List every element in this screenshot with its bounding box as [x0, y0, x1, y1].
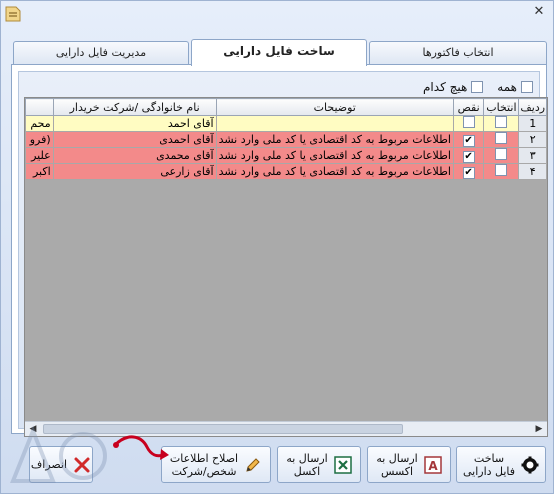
filter-row: همه هیچ کدام: [423, 78, 533, 96]
defect-cell[interactable]: [452, 115, 485, 132]
defect-checkbox[interactable]: ✔: [462, 134, 475, 147]
row-number-cell[interactable]: ۳: [518, 147, 547, 164]
defect-checkbox[interactable]: [462, 116, 475, 128]
scroll-left-icon[interactable]: ◀: [25, 422, 41, 436]
extra-cell: محم: [25, 115, 54, 132]
send-to-excel-label: ارسال به اکسل: [286, 451, 328, 478]
select-checkbox[interactable]: [495, 148, 508, 160]
row-number-cell[interactable]: ۴: [518, 163, 547, 180]
select-cell[interactable]: [483, 131, 520, 148]
app-logo-icon: [5, 6, 21, 22]
select-cell[interactable]: [483, 163, 520, 180]
column-header-row-number[interactable]: ردیف: [518, 98, 547, 116]
red-arrow-icon: [113, 435, 169, 460]
row-number-cell[interactable]: 1: [518, 115, 547, 132]
table-row[interactable]: 1 آقای احمد محم: [25, 115, 547, 132]
defect-cell[interactable]: ✔: [452, 163, 485, 180]
extra-cell: (فرو: [25, 131, 54, 148]
build-file-icon: [521, 456, 539, 473]
row-number-cell[interactable]: ۲: [518, 131, 547, 148]
tab-build-asset-file[interactable]: ساخت فایل دارایی: [191, 39, 367, 66]
column-header-defect[interactable]: نقص: [452, 98, 485, 116]
defect-cell[interactable]: ✔: [452, 131, 485, 148]
send-to-excel-button[interactable]: ارسال به اکسل: [277, 446, 361, 483]
column-header-extra[interactable]: [25, 98, 54, 116]
column-header-select[interactable]: انتخاب: [483, 98, 520, 116]
select-none-label: هیچ کدام: [423, 80, 468, 94]
select-checkbox[interactable]: [495, 164, 508, 176]
pencil-icon: [246, 457, 260, 472]
main-window: ✕ انتخاب فاکتورها ساخت فایل دارایی مدیری…: [0, 0, 554, 494]
select-cell[interactable]: [483, 147, 520, 164]
panel-content: همه هیچ کدام ردیف انتخاب نقص توضیحات نام…: [18, 71, 548, 437]
build-asset-file-label: ساخت فایل دارایی: [462, 451, 516, 478]
description-cell: اطلاعات مربوط به کد اقتصادی یا کد ملی وا…: [215, 163, 454, 180]
column-header-buyer-name[interactable]: نام خانوادگی /شرکت خریدار: [52, 98, 217, 116]
select-all-option[interactable]: همه: [497, 78, 533, 96]
records-table: ردیف انتخاب نقص توضیحات نام خانوادگی /شر…: [25, 98, 547, 180]
tab-select-invoices[interactable]: انتخاب فاکتورها: [369, 41, 547, 65]
defect-checkbox[interactable]: ✔: [462, 166, 475, 179]
column-header-description[interactable]: توضیحات: [215, 98, 454, 116]
fix-person-company-label: اصلاح اطلاعات شخص/شرکت: [169, 451, 239, 478]
select-none-checkbox[interactable]: [471, 81, 484, 93]
tab-manage-asset-file[interactable]: مدیریت فایل دارایی: [13, 41, 189, 65]
select-cell[interactable]: [483, 115, 520, 132]
defect-checkbox[interactable]: ✔: [462, 150, 475, 163]
send-to-access-button[interactable]: A ارسال به اکسس: [367, 446, 451, 483]
excel-icon: [333, 455, 352, 474]
select-checkbox[interactable]: [495, 132, 508, 144]
description-cell: اطلاعات مربوط به کد اقتصادی یا کد ملی وا…: [215, 131, 454, 148]
extra-cell: اکبر: [25, 163, 54, 180]
description-cell: اطلاعات مربوط به کد اقتصادی یا کد ملی وا…: [215, 147, 454, 164]
access-icon: A: [423, 455, 442, 474]
select-all-checkbox[interactable]: [521, 81, 533, 93]
buyer-name-cell: آقای احمد: [52, 115, 217, 132]
table-header-row: ردیف انتخاب نقص توضیحات نام خانوادگی /شر…: [25, 98, 547, 116]
buyer-name-cell: آقای احمدی: [52, 131, 217, 148]
build-asset-file-button[interactable]: ساخت فایل دارایی: [456, 446, 546, 483]
fix-person-company-button[interactable]: اصلاح اطلاعات شخص/شرکت: [161, 446, 271, 483]
svg-text:A: A: [428, 459, 438, 473]
buyer-name-cell: آقای محمدی: [52, 147, 217, 164]
horizontal-scrollbar[interactable]: ◀ ▶: [25, 421, 547, 436]
title-bar: ✕: [1, 1, 554, 31]
select-checkbox[interactable]: [495, 116, 508, 128]
close-button[interactable]: ✕: [531, 4, 547, 20]
select-none-option[interactable]: هیچ کدام: [423, 78, 484, 96]
select-all-label: همه: [497, 80, 517, 94]
scroll-right-icon[interactable]: ▶: [531, 422, 547, 436]
cancel-button[interactable]: انصراف: [29, 446, 93, 483]
tab-bar: انتخاب فاکتورها ساخت فایل دارایی مدیریت …: [11, 39, 547, 66]
description-cell: [215, 115, 454, 132]
action-bar: ساخت فایل دارایی A ارسال به اکسس ارسال ب…: [1, 435, 554, 491]
defect-cell[interactable]: ✔: [452, 147, 485, 164]
table-row[interactable]: ۴ ✔ اطلاعات مربوط به کد اقتصادی یا کد ملی …: [25, 163, 547, 180]
tab-panel: همه هیچ کدام ردیف انتخاب نقص توضیحات نام…: [11, 64, 548, 437]
scrollbar-thumb[interactable]: [43, 424, 403, 434]
extra-cell: علیر: [25, 147, 54, 164]
cancel-x-icon: [74, 457, 90, 472]
send-to-access-label: ارسال به اکسس: [376, 451, 418, 478]
cancel-label: انصراف: [30, 458, 68, 471]
table-row[interactable]: ۲ ✔ اطلاعات مربوط به کد اقتصادی یا کد ملی …: [25, 131, 547, 148]
records-grid[interactable]: ردیف انتخاب نقص توضیحات نام خانوادگی /شر…: [24, 97, 548, 437]
buyer-name-cell: آقای زارعی: [52, 163, 217, 180]
table-row[interactable]: ۳ ✔ اطلاعات مربوط به کد اقتصادی یا کد ملی …: [25, 147, 547, 164]
